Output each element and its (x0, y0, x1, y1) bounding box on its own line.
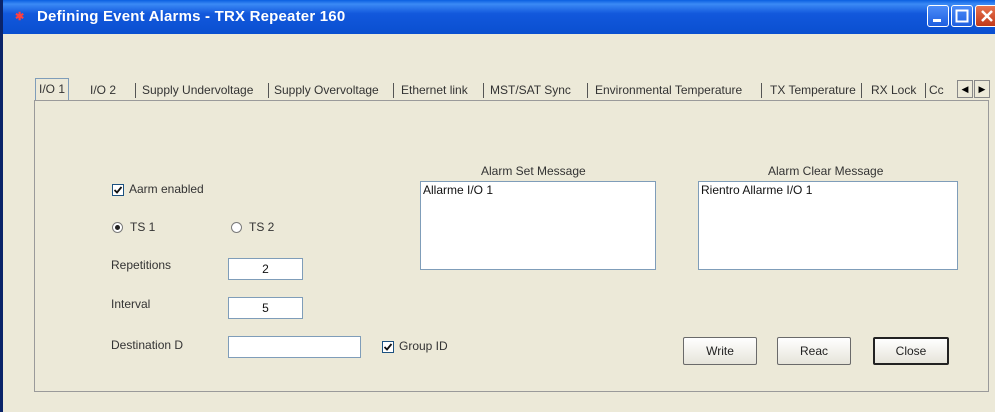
tab-tx-temperature[interactable]: TX Temperature (770, 80, 856, 100)
write-button[interactable]: Write (683, 337, 757, 365)
app-icon: ✱ (15, 11, 25, 23)
alarm-clear-message-textarea[interactable]: Rientro Allarme I/O 1 (698, 181, 958, 270)
tab-separator (925, 83, 926, 98)
alarm-set-message-textarea[interactable]: Allarme I/O 1 (420, 181, 656, 270)
title-bar[interactable]: ✱ Defining Event Alarms - TRX Repeater 1… (3, 0, 995, 34)
interval-field[interactable]: 5 (228, 297, 303, 319)
close-window-button[interactable] (975, 5, 995, 27)
tab-rx-lock[interactable]: RX Lock (871, 80, 916, 100)
alarm-enabled-label: Aarm enabled (129, 182, 204, 196)
check-icon (383, 343, 393, 351)
tab-scroll-right-button[interactable]: ▶ (974, 80, 990, 98)
group-id-checkbox[interactable] (382, 341, 394, 353)
tab-separator (761, 83, 762, 98)
read-button[interactable]: Reac (777, 337, 851, 365)
close-button[interactable]: Close (873, 337, 949, 365)
arrow-left-icon: ◀ (961, 84, 969, 94)
interval-label: Interval (111, 297, 151, 311)
maximize-icon (955, 9, 969, 23)
tab-separator (483, 83, 484, 98)
window-title: Defining Event Alarms - TRX Repeater 160 (37, 8, 346, 25)
tab-io-2[interactable]: I/O 2 (90, 80, 116, 100)
alarm-enabled-checkbox[interactable] (112, 184, 124, 196)
event-alarms-window: ✱ Defining Event Alarms - TRX Repeater 1… (0, 0, 995, 412)
tab-separator (393, 83, 394, 98)
ts1-label: TS 1 (130, 220, 156, 234)
tab-truncated[interactable]: Cc (929, 80, 957, 100)
tab-ethernet-link[interactable]: Ethernet link (401, 80, 468, 100)
repetitions-label: Repetitions (111, 258, 172, 272)
maximize-button[interactable] (951, 5, 973, 27)
tab-separator (587, 83, 588, 98)
tab-supply-overvoltage[interactable]: Supply Overvoltage (274, 80, 379, 100)
tab-separator (135, 83, 136, 98)
tab-separator (861, 83, 862, 98)
check-icon (113, 186, 123, 194)
minimize-button[interactable] (927, 5, 949, 27)
alarm-clear-message-title: Alarm Clear Message (768, 164, 884, 178)
arrow-right-icon: ▶ (978, 84, 986, 94)
tab-strip: I/O 1 I/O 2 Supply Undervoltage Supply O… (35, 78, 995, 102)
repetitions-field[interactable]: 2 (228, 258, 303, 280)
group-id-label: Group ID (399, 339, 448, 353)
tab-panel-io-1: Aarm enabled TS 1 TS 2 Repetitions 2 Int… (34, 100, 989, 392)
ts1-radio[interactable] (112, 222, 123, 233)
destination-label: Destination D (111, 338, 184, 352)
tab-scroll-left-button[interactable]: ◀ (957, 80, 973, 98)
close-icon (981, 10, 993, 22)
radio-selected-dot (115, 225, 120, 230)
ts2-label: TS 2 (249, 220, 275, 234)
tab-separator (268, 83, 269, 98)
tab-environmental-temperature[interactable]: Environmental Temperature (595, 80, 742, 100)
alarm-set-message-title: Alarm Set Message (481, 164, 586, 178)
tab-io-1[interactable]: I/O 1 (35, 78, 70, 100)
destination-field[interactable] (228, 336, 361, 358)
ts2-radio[interactable] (231, 222, 242, 233)
minimize-icon (933, 19, 941, 22)
tab-mst-sat-sync[interactable]: MST/SAT Sync (490, 80, 571, 100)
tab-supply-undervoltage[interactable]: Supply Undervoltage (142, 80, 253, 100)
